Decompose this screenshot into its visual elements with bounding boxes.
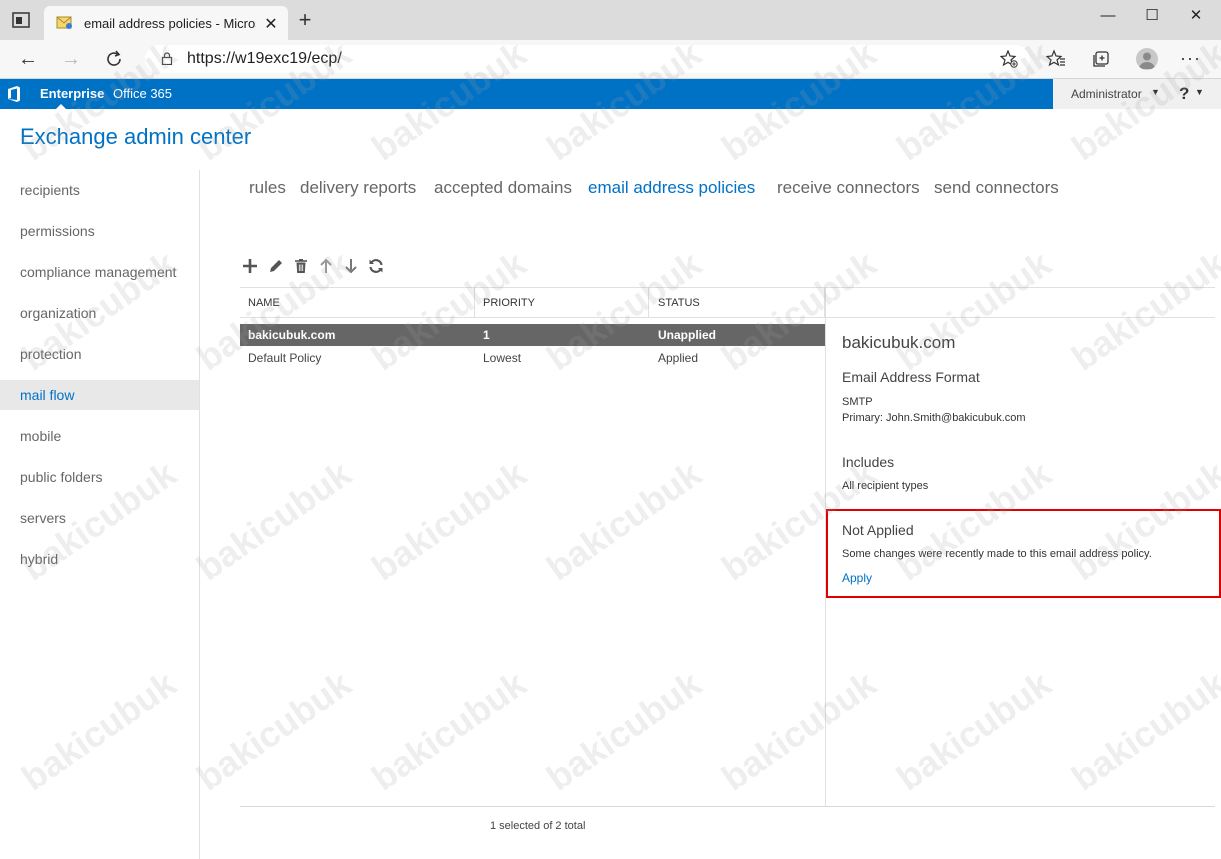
tab-rules[interactable]: rules: [249, 178, 286, 198]
watermark-text: bakicubuk: [189, 662, 359, 799]
nav-item-public-folders[interactable]: public folders: [0, 462, 199, 492]
add-icon[interactable]: [242, 258, 258, 274]
column-status[interactable]: STATUS: [658, 297, 700, 309]
watermark-text: bakicubuk: [364, 452, 534, 589]
nav-item-permissions[interactable]: permissions: [0, 216, 199, 246]
cell-name: bakicubuk.com: [248, 328, 336, 342]
new-tab-button[interactable]: +: [294, 9, 316, 31]
highlight-annotation: [826, 509, 1221, 598]
move-down-icon[interactable]: [343, 258, 359, 274]
nav-item-hybrid[interactable]: hybrid: [0, 544, 199, 574]
chevron-down-icon[interactable]: ▼: [1195, 87, 1204, 97]
tab-delivery-reports[interactable]: delivery reports: [300, 178, 416, 198]
office-logo-icon[interactable]: [6, 85, 22, 103]
office365-link[interactable]: Office 365: [113, 86, 172, 101]
forward-button[interactable]: →: [59, 48, 83, 70]
exchange-favicon-icon: [56, 16, 72, 29]
help-icon[interactable]: ?: [1179, 84, 1189, 104]
tab-actions-icon[interactable]: [12, 12, 30, 28]
back-button[interactable]: ←: [16, 48, 40, 70]
address-bar[interactable]: https://w19exc19/ecp/: [145, 45, 1030, 73]
column-name[interactable]: NAME: [248, 297, 280, 309]
details-title: bakicubuk.com: [842, 333, 956, 352]
watermark-text: bakicubuk: [539, 452, 709, 589]
format-primary: Primary: John.Smith@bakicubuk.com: [842, 412, 1026, 424]
column-priority[interactable]: PRIORITY: [483, 297, 535, 309]
tab-email-address-policies[interactable]: email address policies: [588, 178, 755, 198]
column-separator: [648, 288, 649, 318]
browser-toolbar: ← → https://w19exc19/ecp/ ···: [0, 40, 1221, 79]
maximize-button[interactable]: ☐: [1138, 6, 1166, 26]
refresh-icon[interactable]: [368, 258, 384, 274]
nav-item-organization[interactable]: organization: [0, 298, 199, 328]
nav-item-mobile[interactable]: mobile: [0, 421, 199, 451]
move-up-icon[interactable]: [318, 258, 334, 274]
user-menu[interactable]: Administrator ▼ ? ▼: [1053, 79, 1221, 109]
nav-item-servers[interactable]: servers: [0, 503, 199, 533]
nav-item-protection[interactable]: protection: [0, 339, 199, 369]
close-window-button[interactable]: ✕: [1182, 6, 1210, 26]
refresh-page-icon[interactable]: [104, 49, 124, 69]
minimize-button[interactable]: —: [1094, 6, 1122, 26]
tab-receive-connectors[interactable]: receive connectors: [777, 178, 920, 198]
browser-tab[interactable]: email address policies - Microsoft ✕: [44, 6, 288, 40]
list-footer-divider: [240, 806, 1215, 807]
chevron-down-icon[interactable]: ▼: [1151, 87, 1160, 97]
table-row[interactable]: Default Policy Lowest Applied: [240, 347, 825, 369]
user-icon: [1139, 52, 1155, 69]
user-name[interactable]: Administrator: [1071, 87, 1142, 101]
active-indicator: [56, 104, 66, 109]
includes-heading: Includes: [842, 454, 895, 470]
nav-divider: [199, 170, 200, 859]
watermark-text: bakicubuk: [1064, 662, 1221, 799]
watermark-text: bakicubuk: [539, 662, 709, 799]
favorites-icon[interactable]: [1046, 49, 1066, 69]
enterprise-link[interactable]: Enterprise: [40, 86, 104, 101]
format-type: SMTP: [842, 396, 873, 408]
cell-status: Applied: [658, 351, 699, 365]
watermark-text: bakicubuk: [364, 662, 534, 799]
watermark-text: bakicubuk: [714, 662, 884, 799]
column-separator: [474, 288, 475, 318]
cell-priority: Lowest: [483, 351, 522, 365]
watermark-text: bakicubuk: [189, 452, 359, 589]
list-header: NAME PRIORITY STATUS: [240, 287, 1215, 318]
format-heading: Email Address Format: [842, 369, 980, 385]
cell-name: Default Policy: [248, 351, 322, 365]
o365-bar: Enterprise Office 365 Administrator ▼ ? …: [0, 79, 1221, 109]
delete-icon[interactable]: [293, 258, 309, 274]
cell-priority: 1: [483, 328, 490, 342]
edit-icon[interactable]: [268, 258, 284, 274]
nav-item-mail-flow[interactable]: mail flow: [0, 380, 199, 410]
collections-icon[interactable]: [1091, 49, 1111, 69]
lock-icon[interactable]: [161, 52, 173, 65]
tab-close-icon[interactable]: ✕: [262, 14, 280, 34]
tab-title: email address policies - Microsoft: [84, 16, 256, 31]
nav-item-compliance-management[interactable]: compliance management: [0, 257, 199, 287]
selection-count: 1 selected of 2 total: [490, 820, 586, 832]
more-menu-button[interactable]: ···: [1180, 48, 1201, 69]
watermark-text: bakicubuk: [889, 662, 1059, 799]
includes-value: All recipient types: [842, 480, 929, 492]
page-title: Exchange admin center: [20, 124, 252, 149]
tab-send-connectors[interactable]: send connectors: [934, 178, 1059, 198]
browser-tab-strip: email address policies - Microsoft ✕ + —…: [0, 0, 1221, 40]
add-favorite-icon[interactable]: [1000, 50, 1018, 68]
nav-item-recipients[interactable]: recipients: [0, 175, 199, 205]
tab-accepted-domains[interactable]: accepted domains: [434, 178, 572, 198]
cell-status: Unapplied: [658, 328, 717, 342]
left-navigation: recipients permissions compliance manage…: [0, 170, 199, 859]
table-row[interactable]: bakicubuk.com 1 Unapplied: [240, 324, 825, 346]
url-text: https://w19exc19/ecp/: [187, 50, 342, 67]
profile-avatar[interactable]: [1136, 48, 1158, 70]
